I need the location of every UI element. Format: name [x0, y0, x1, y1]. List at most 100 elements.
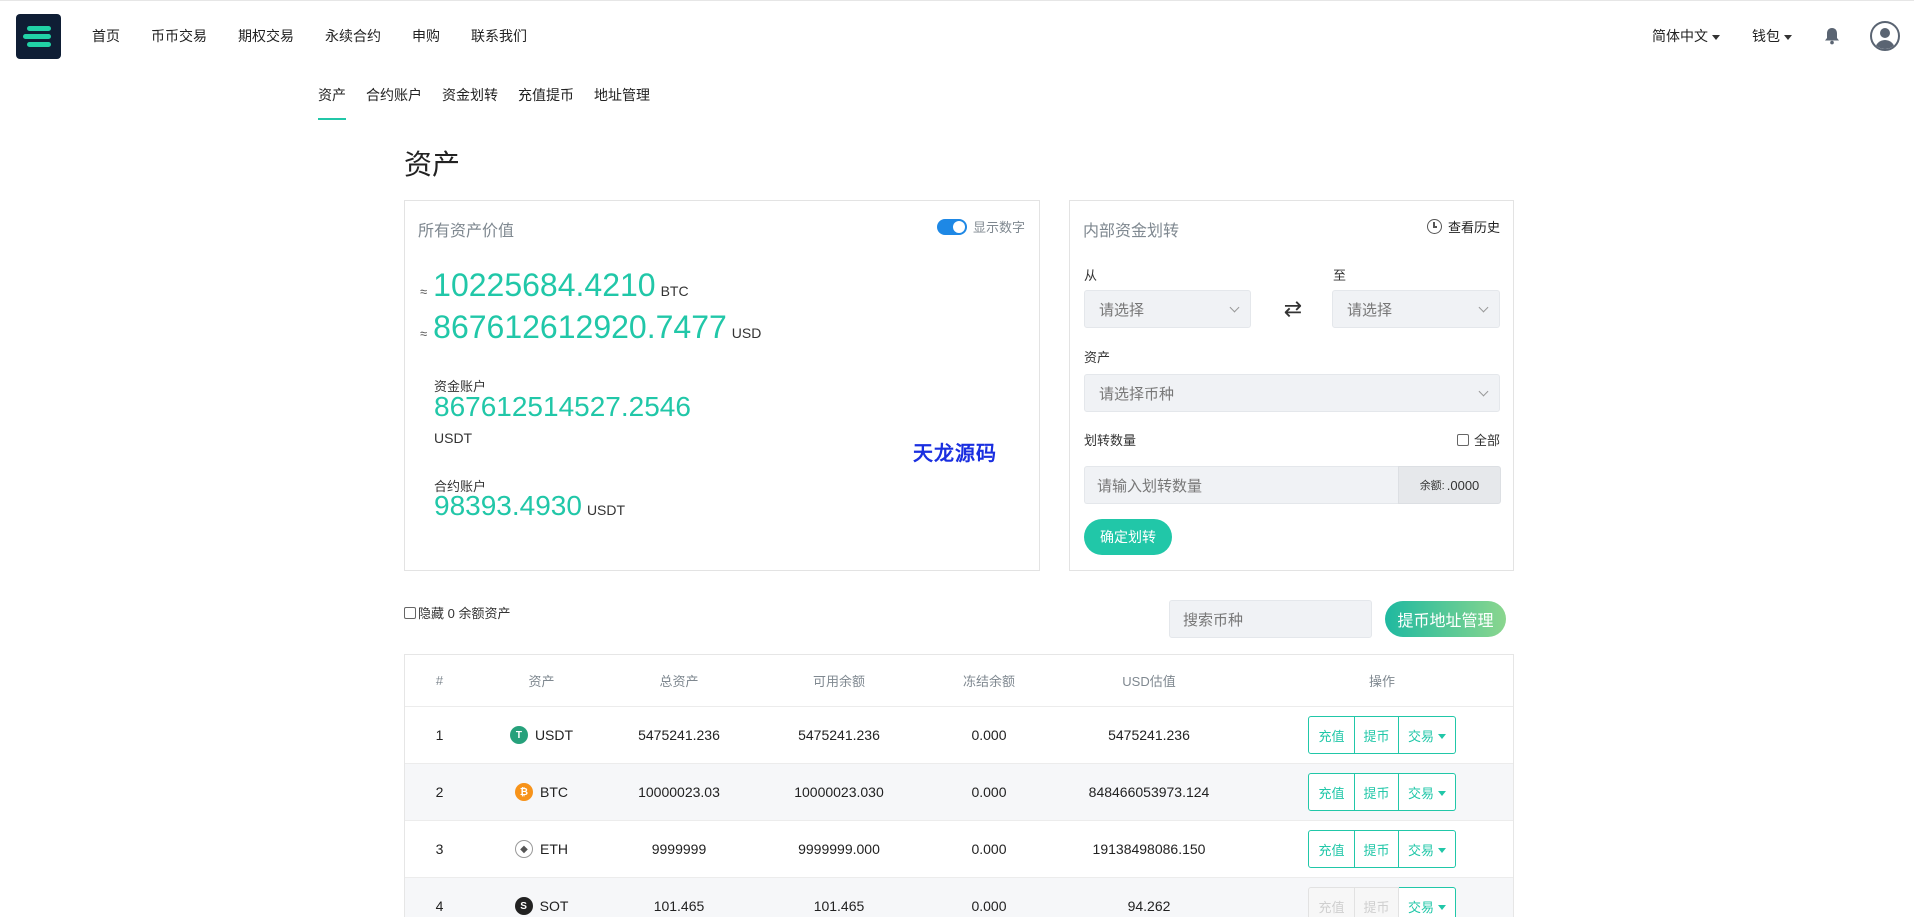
- withdraw-button[interactable]: 提币: [1355, 830, 1399, 868]
- row-total: 101.465: [653, 898, 705, 914]
- search-coin-input[interactable]: 搜索币种: [1169, 600, 1372, 638]
- from-select[interactable]: 请选择: [1084, 290, 1251, 328]
- nav-spot-trading[interactable]: 币币交易: [151, 26, 207, 46]
- asset-label: 资产: [1084, 350, 1111, 365]
- deposit-button[interactable]: 充值: [1308, 773, 1355, 811]
- btc-unit: BTC: [660, 283, 689, 299]
- swap-icon[interactable]: ⇄: [1277, 297, 1309, 321]
- avatar-icon[interactable]: [1870, 21, 1900, 51]
- row-available: 9999999.000: [798, 841, 880, 857]
- hide-zero-checkbox[interactable]: [404, 606, 416, 619]
- subnav-fund-transfer[interactable]: 资金划转: [442, 85, 498, 120]
- withdraw-button: 提币: [1355, 887, 1399, 917]
- bell-icon[interactable]: [1824, 27, 1840, 45]
- table-row: 4 S SOT 101.465 101.465 0.000 94.262 充值 …: [405, 878, 1513, 917]
- row-total: 10000023.03: [638, 784, 720, 800]
- search-coin-placeholder: 搜索币种: [1183, 611, 1244, 629]
- row-coin: USDT: [534, 727, 574, 743]
- row-total: 5475241.236: [638, 727, 720, 743]
- nav-contact-us[interactable]: 联系我们: [471, 26, 527, 46]
- top-nav: 首页 币币交易 期权交易 永续合约 申购 联系我们 简体中文 钱包: [0, 0, 1914, 70]
- subnav-deposit-withdraw[interactable]: 充值提币: [518, 85, 574, 120]
- row-asset: T USDT: [474, 707, 609, 763]
- page-title: 资产: [404, 149, 461, 180]
- wallet-dropdown[interactable]: 钱包: [1752, 26, 1792, 46]
- row-index: 2: [435, 784, 444, 800]
- trade-dropdown-button[interactable]: 交易: [1399, 887, 1456, 917]
- header-actions: 操作: [1368, 674, 1395, 689]
- view-history-link[interactable]: 查看历史: [1426, 217, 1500, 236]
- caret-down-icon: [1438, 733, 1446, 739]
- nav-home[interactable]: 首页: [92, 26, 120, 46]
- row-frozen: 0.000: [971, 784, 1007, 800]
- from-label: 从: [1084, 268, 1098, 283]
- nav-perpetual-contract[interactable]: 永续合约: [325, 26, 381, 46]
- trade-dropdown-button[interactable]: 交易: [1399, 773, 1456, 811]
- all-checkbox[interactable]: [1456, 433, 1469, 446]
- usd-total-row: ≈ 867612612920.7477 USD: [420, 309, 761, 346]
- language-dropdown[interactable]: 简体中文: [1652, 26, 1720, 46]
- row-asset: ◆ ETH: [474, 821, 609, 877]
- deposit-button: 充值: [1308, 887, 1355, 917]
- fund-account-value: 867612514527.2546: [434, 391, 691, 422]
- asset-select[interactable]: 请选择币种: [1084, 374, 1500, 412]
- language-label: 简体中文: [1652, 28, 1708, 44]
- amount-input[interactable]: 请输入划转数量: [1084, 466, 1398, 504]
- trade-label: 交易: [1407, 842, 1434, 858]
- btc-total-row: ≈ 10225684.4210 BTC: [420, 267, 689, 304]
- assets-table: # 资产 总资产 可用余额 冻结余额 USD估值 操作 1 T USDT 547…: [404, 654, 1514, 917]
- show-numbers-toggle[interactable]: [936, 218, 967, 235]
- nav-options-trading[interactable]: 期权交易: [238, 26, 294, 46]
- assets-card: 所有资产价值 显示数字 ≈ 10225684.4210 BTC ≈ 867612…: [404, 200, 1040, 571]
- withdraw-address-button[interactable]: 提币地址管理: [1385, 601, 1506, 637]
- trade-dropdown-button[interactable]: 交易: [1399, 716, 1456, 754]
- deposit-button[interactable]: 充值: [1308, 716, 1355, 754]
- deposit-button[interactable]: 充值: [1308, 830, 1355, 868]
- transfer-card-title: 内部资金划转: [1083, 223, 1180, 240]
- assets-card-title: 所有资产价值: [418, 223, 515, 240]
- row-coin: BTC: [540, 784, 568, 800]
- trade-label: 交易: [1407, 899, 1434, 915]
- asset-select-placeholder: 请选择币种: [1099, 385, 1175, 403]
- chevron-down-icon: [1478, 386, 1489, 397]
- row-frozen: 0.000: [971, 727, 1007, 743]
- row-usd: 19138498086.150: [1092, 841, 1206, 857]
- row-actions: 充值 提币 交易: [1249, 707, 1515, 763]
- balance-value: .0000: [1446, 477, 1480, 493]
- transfer-card: 内部资金划转 查看历史 从 至 请选择 ⇄ 请选择 资产 请选择币种 划转数量 …: [1069, 200, 1514, 571]
- subnav-assets[interactable]: 资产: [318, 85, 346, 120]
- trade-label: 交易: [1407, 785, 1434, 801]
- logo[interactable]: [16, 14, 61, 59]
- withdraw-button[interactable]: 提币: [1355, 773, 1399, 811]
- show-numbers-label: 显示数字: [972, 220, 1025, 235]
- approx-sign: ≈: [420, 326, 428, 341]
- watermark-text: 天龙源码: [913, 441, 997, 465]
- fund-account-unit: USDT: [434, 430, 473, 446]
- row-available: 101.465: [813, 898, 865, 914]
- confirm-transfer-button[interactable]: 确定划转: [1084, 519, 1172, 555]
- caret-down-icon: [1438, 790, 1446, 796]
- approx-sign: ≈: [420, 284, 428, 299]
- header-usd: USD估值: [1122, 674, 1176, 689]
- view-history-label: 查看历史: [1447, 220, 1500, 235]
- row-index: 1: [435, 727, 444, 743]
- row-asset: ₿ BTC: [474, 764, 609, 820]
- subnav-address-management[interactable]: 地址管理: [594, 85, 650, 120]
- balance-prefix: 余额:: [1419, 480, 1445, 492]
- row-actions: 充值 提币 交易: [1249, 821, 1515, 877]
- trade-dropdown-button[interactable]: 交易: [1399, 830, 1456, 868]
- nav-subscription[interactable]: 申购: [412, 26, 440, 46]
- header-available: 可用余额: [812, 674, 865, 689]
- subnav-contract-account[interactable]: 合约账户: [366, 85, 422, 120]
- row-available: 5475241.236: [798, 727, 880, 743]
- withdraw-button[interactable]: 提币: [1355, 716, 1399, 754]
- from-select-placeholder: 请选择: [1099, 301, 1145, 319]
- to-select[interactable]: 请选择: [1332, 290, 1500, 328]
- caret-down-icon: [1784, 34, 1792, 40]
- table-row: 3 ◆ ETH 9999999 9999999.000 0.000 191384…: [405, 821, 1513, 878]
- header-index: #: [435, 673, 444, 688]
- amount-label: 划转数量: [1084, 433, 1137, 448]
- nav-right: 简体中文 钱包: [1652, 21, 1900, 51]
- usd-total-value: 867612612920.7477: [433, 309, 727, 345]
- row-index: 4: [435, 898, 444, 914]
